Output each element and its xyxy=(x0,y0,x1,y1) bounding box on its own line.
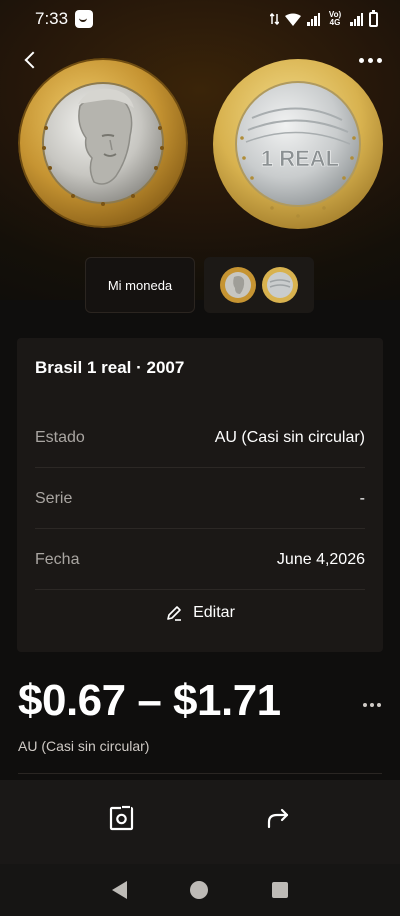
thumb-my-coin[interactable]: Mi moneda xyxy=(85,257,195,313)
nav-back-icon[interactable] xyxy=(111,881,127,899)
more-options-button[interactable] xyxy=(352,46,388,74)
data-arrows-icon xyxy=(270,13,279,25)
nav-recents-icon[interactable] xyxy=(272,882,289,898)
row-fecha: Fecha June 4,2026 xyxy=(35,530,365,590)
row-label: Serie xyxy=(35,489,73,507)
thumb-reference-coins[interactable] xyxy=(204,257,314,313)
coin-back-image[interactable]: 1 REAL xyxy=(212,58,384,230)
share-button[interactable] xyxy=(262,802,294,834)
network-label: Vo) 4G xyxy=(328,10,342,27)
divider xyxy=(18,773,382,774)
scan-button[interactable] xyxy=(106,802,138,834)
system-nav-bar xyxy=(0,864,400,916)
coin-front-image[interactable] xyxy=(18,58,188,228)
status-icons: Vo) 4G xyxy=(270,9,378,27)
notification-icon xyxy=(75,10,94,28)
price-more-button[interactable] xyxy=(355,696,389,714)
nav-home-icon[interactable] xyxy=(190,881,209,899)
share-arrow-icon xyxy=(267,808,289,829)
row-label: Estado xyxy=(35,428,85,446)
camera-scan-icon xyxy=(109,805,134,831)
row-value: AU (Casi sin circular) xyxy=(214,428,365,446)
edit-button[interactable]: Editar xyxy=(17,604,383,622)
battery-icon xyxy=(369,9,378,27)
more-dot xyxy=(377,703,381,707)
more-dot xyxy=(363,703,367,707)
signal-icon xyxy=(307,12,320,26)
thumb-coin-front xyxy=(220,267,256,303)
back-button[interactable] xyxy=(14,44,46,76)
row-serie: Serie - xyxy=(35,469,365,529)
more-dot xyxy=(367,57,373,63)
signal-icon-2 xyxy=(350,12,363,26)
more-dot xyxy=(370,703,374,707)
status-time: 7:33 xyxy=(35,9,69,28)
thumb-coin-back xyxy=(262,267,298,303)
row-value: - xyxy=(359,489,365,507)
chevron-left-icon xyxy=(24,51,42,69)
pencil-icon xyxy=(167,606,182,621)
price-grade: AU (Casi sin circular) xyxy=(18,738,150,754)
screen: 7:33 Vo) 4G 1 REAL Mi moneda Brasil 1 re… xyxy=(0,0,400,916)
status-bar: 7:33 Vo) 4G xyxy=(0,0,400,38)
wifi-icon xyxy=(285,13,301,26)
edit-button-label: Editar xyxy=(193,604,235,621)
row-estado: Estado AU (Casi sin circular) xyxy=(35,408,365,468)
row-value: June 4,2026 xyxy=(276,550,365,568)
action-bar xyxy=(0,780,400,864)
more-dot xyxy=(376,57,382,63)
price-range: $0.67 – $1.71 xyxy=(18,676,281,725)
card-title: Brasil 1 real · 2007 xyxy=(35,358,185,377)
thumb-my-coin-label: Mi moneda xyxy=(107,277,173,293)
coin-detail-card: Brasil 1 real · 2007 Estado AU (Casi sin… xyxy=(17,338,383,652)
more-dot xyxy=(358,57,364,63)
coin-back-text: 1 REAL xyxy=(261,146,339,171)
row-label: Fecha xyxy=(35,550,80,568)
